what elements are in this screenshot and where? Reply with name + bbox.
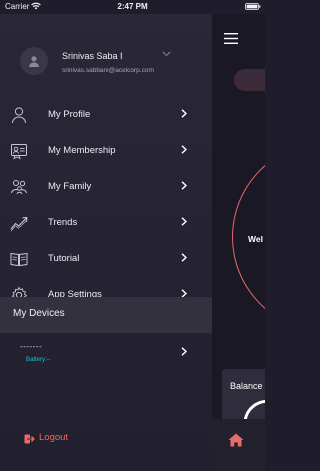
profile-header[interactable]: Srinivas Saba I srinivas.sabbani@acelcor… xyxy=(0,28,212,88)
main-content: Wel Balance xyxy=(212,14,265,471)
device-name: ------- xyxy=(20,342,43,351)
header-pill[interactable] xyxy=(234,69,265,91)
hamburger-icon[interactable] xyxy=(224,33,238,44)
logout-label: Logout xyxy=(39,432,69,443)
balance-label: Balance xyxy=(230,381,263,391)
logout-icon xyxy=(24,434,35,444)
menu-item-label: Trends xyxy=(48,217,78,228)
status-bar: Carrier 2:47 PM xyxy=(0,0,265,14)
menu-item-tutorial[interactable]: Tutorial xyxy=(0,241,212,277)
profile-email: srinivas.sabbani@acelcorp.com xyxy=(62,67,154,74)
chevron-right-icon xyxy=(181,109,187,118)
menu-item-label: Tutorial xyxy=(48,253,80,264)
battery-icon xyxy=(245,3,261,10)
menu-item-label: My Family xyxy=(48,181,92,192)
chevron-right-icon xyxy=(181,145,187,154)
bottom-tab-bar xyxy=(212,419,265,471)
menu-item-label: My Profile xyxy=(48,109,91,120)
profile-name: Srinivas Saba I xyxy=(62,51,123,61)
avatar xyxy=(20,47,48,75)
chevron-right-icon xyxy=(181,253,187,262)
family-icon xyxy=(11,180,27,195)
chevron-right-icon xyxy=(181,347,187,356)
welcome-text: Wel xyxy=(248,234,263,244)
menu-item-trends[interactable]: Trends xyxy=(0,205,212,241)
clock: 2:47 PM xyxy=(117,2,148,11)
person-icon xyxy=(12,107,26,124)
device-battery-status: Battery:-- xyxy=(26,357,51,363)
person-icon xyxy=(29,56,39,67)
devices-section-header: My Devices xyxy=(0,297,212,333)
membership-card-icon xyxy=(11,144,27,160)
menu-item-my-family[interactable]: My Family xyxy=(0,169,212,205)
chevron-right-icon xyxy=(181,217,187,226)
book-icon xyxy=(10,252,28,267)
devices-header-label: My Devices xyxy=(13,308,65,319)
device-list-item[interactable]: ------- Battery:-- xyxy=(0,336,212,370)
chevron-down-icon[interactable] xyxy=(162,51,171,57)
drawer-menu: My Profile My Membership My Family Trend… xyxy=(0,97,212,313)
menu-item-my-profile[interactable]: My Profile xyxy=(0,97,212,133)
side-drawer: Srinivas Saba I srinivas.sabbani@acelcor… xyxy=(0,14,212,471)
chevron-right-icon xyxy=(181,181,187,190)
home-icon[interactable] xyxy=(228,433,244,447)
menu-item-label: My Membership xyxy=(48,145,116,156)
trend-icon xyxy=(10,217,28,232)
menu-item-my-membership[interactable]: My Membership xyxy=(0,133,212,169)
